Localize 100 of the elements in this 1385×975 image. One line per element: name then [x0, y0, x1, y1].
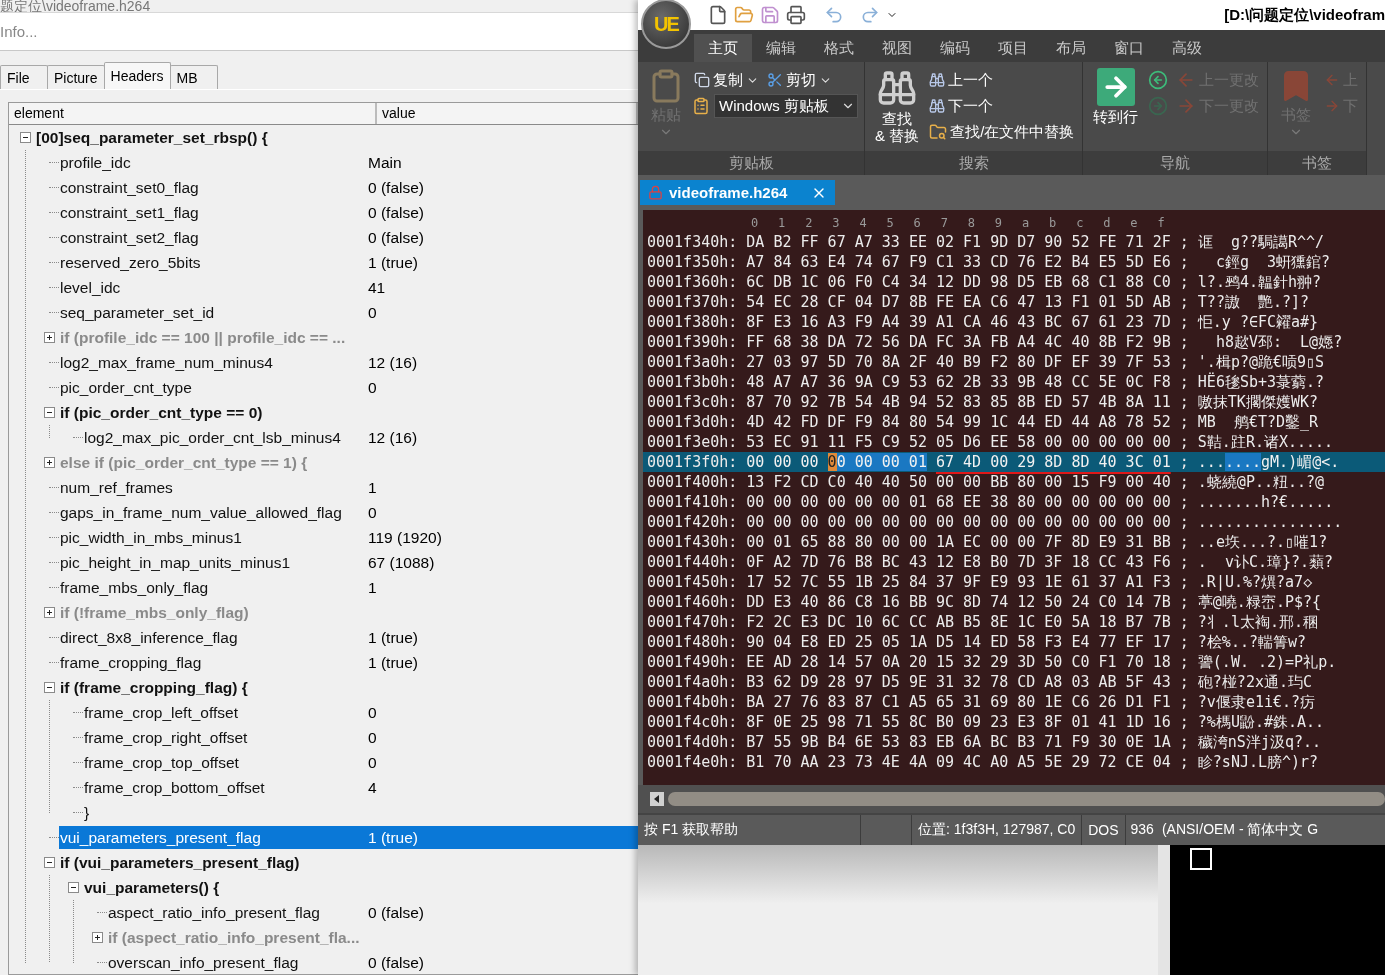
tree-row[interactable]: pic_height_in_map_units_minus1 67 (1088)	[59, 551, 638, 574]
column-index: a	[1021, 216, 1031, 230]
hex-bytes: 4D 42 FD DF F9 84 80 54 99 1C 44 ED 44 A8 78 52	[746, 413, 1171, 431]
ribbon-button[interactable]: 查找 & 替换	[873, 66, 922, 151]
tree-toggle[interactable]	[91, 932, 103, 943]
tree-row[interactable]: constraint_set0_flag 0 (false)	[59, 176, 638, 199]
tree-row[interactable]: num_ref_frames 1	[59, 476, 638, 499]
scroll-left-button[interactable]	[650, 792, 664, 806]
tree-row[interactable]: constraint_set2_flag 0 (false)	[59, 226, 638, 249]
tree-row[interactable]: level_idc 41	[59, 276, 638, 299]
ascii-text: gM.)嵋@<.	[1261, 452, 1340, 472]
tree-toggle[interactable]	[43, 332, 55, 343]
separator: ;	[1179, 593, 1189, 611]
ribbon-tab[interactable]: 视图	[868, 34, 926, 62]
ribbon-button[interactable]: 下一个	[927, 96, 996, 116]
element-name: if (!frame_mbs_only_flag)	[59, 603, 250, 622]
ribbon-button[interactable]: 复制	[692, 70, 761, 90]
ribbon-button[interactable]: 上一个	[927, 70, 996, 90]
ascii-text: l?.鹀4.韞針h翀?	[1197, 272, 1322, 292]
tree-row[interactable]: frame_crop_bottom_offset 4	[83, 776, 638, 799]
ribbon-tab[interactable]: 高级	[1158, 34, 1216, 62]
ascii-text: 葶@嘵.粶崈.P$?{	[1197, 592, 1322, 612]
tree-toggle[interactable]	[43, 857, 55, 868]
tree-row[interactable]: reserved_zero_5bits 1 (true)	[59, 251, 638, 274]
hex-bytes: BA 27 76 83 87 C1 A5 65 31 69 80 1E C6 26 D1 F1	[746, 693, 1171, 711]
column-header[interactable]: element	[9, 103, 377, 124]
tree-row[interactable]: overscan_info_present_flag 0 (false)	[107, 951, 638, 974]
tree-row[interactable]: frame_mbs_only_flag 1	[59, 576, 638, 599]
ascii-text: ..e垁...?.▯嗺1?	[1197, 532, 1328, 552]
element-value: 0 (false)	[368, 903, 424, 922]
ribbon-tab[interactable]: 窗口	[1100, 34, 1158, 62]
tree-row[interactable]: direct_8x8_inference_flag 1 (true)	[59, 626, 638, 649]
tree-toggle[interactable]	[43, 407, 55, 418]
element-name: else if (pic_order_cnt_type == 1) {	[59, 453, 309, 472]
ascii-text: 謽(.W. .2)=P礼p.	[1197, 652, 1337, 672]
tree-row[interactable]: log2_max_pic_order_cnt_lsb_minus4 12 (16)	[83, 426, 638, 449]
element-name: constraint_set2_flag	[59, 228, 200, 247]
tree-row[interactable]: }	[83, 801, 638, 824]
tab[interactable]: Headers	[103, 62, 171, 89]
hex-bytes: B1 70 AA 23 73 4E 4A 09 4C A0 A5 5E 29 72 CE 04	[746, 753, 1171, 771]
tree-row[interactable]: profile_idc Main	[59, 151, 638, 174]
tree-row[interactable]: aspect_ratio_info_present_flag 0 (false)	[107, 901, 638, 924]
tree-toggle[interactable]	[43, 607, 55, 618]
separator: ;	[1179, 633, 1189, 651]
scrollbar-thumb[interactable]	[668, 792, 1385, 806]
square-outline	[1190, 848, 1212, 870]
tab[interactable]: MB	[169, 65, 218, 89]
ribbon-tab[interactable]: 布局	[1042, 34, 1100, 62]
ribbon-button[interactable]: 转到行	[1091, 66, 1141, 151]
ribbon-tab[interactable]: 主页	[694, 34, 752, 62]
tab[interactable]: File	[0, 65, 48, 89]
folder-search-icon	[929, 123, 948, 141]
tree-toggle[interactable]	[19, 132, 31, 143]
tree-toggle[interactable]	[43, 682, 55, 693]
ribbon-button[interactable]: 剪切	[765, 70, 834, 90]
tree-toggle[interactable]	[67, 882, 79, 893]
element-name: constraint_set0_flag	[59, 178, 200, 197]
tree-row[interactable]: vui_parameters() {	[83, 876, 638, 899]
tree-row[interactable]: constraint_set1_flag 0 (false)	[59, 201, 638, 224]
ribbon-tab[interactable]: 格式	[810, 34, 868, 62]
clipboard-dropdown[interactable]: Windows 剪贴板	[714, 94, 859, 118]
tree-row[interactable]: frame_crop_left_offset 0	[83, 701, 638, 724]
tree-toggle[interactable]	[43, 457, 55, 468]
tree-row[interactable]: frame_crop_right_offset 0	[83, 726, 638, 749]
offset: 0001f400h:	[647, 473, 738, 491]
tree-row[interactable]: log2_max_frame_num_minus4 12 (16)	[59, 351, 638, 374]
tree-row[interactable]: [00]seq_parameter_set_rbsp() {	[35, 126, 638, 149]
column-header[interactable]: value	[377, 103, 638, 124]
element-name: level_idc	[59, 278, 122, 297]
element-value: 4	[368, 778, 377, 797]
app-logo[interactable]: UE	[641, 0, 691, 49]
ribbon-tab[interactable]: 编辑	[752, 34, 810, 62]
tree-row[interactable]: if (vui_parameters_present_flag)	[59, 851, 638, 874]
tree-row[interactable]: gaps_in_frame_num_value_allowed_flag 0	[59, 501, 638, 524]
tree-row[interactable]: pic_width_in_mbs_minus1 119 (1920)	[59, 526, 638, 549]
ribbon-tab[interactable]: 编码	[926, 34, 984, 62]
tree-row[interactable]: if (frame_cropping_flag) {	[59, 676, 638, 699]
offset: 0001f370h:	[647, 293, 738, 311]
tree-row[interactable]: if (pic_order_cnt_type == 0)	[59, 401, 638, 424]
element-value: 1 (true)	[368, 828, 418, 847]
tree-row[interactable]: pic_order_cnt_type 0	[59, 376, 638, 399]
tree-row[interactable]: seq_parameter_set_id 0	[59, 301, 638, 324]
status-codepage: 936	[1130, 821, 1154, 839]
document-tab[interactable]: videoframe.h264	[640, 180, 836, 205]
ribbon-tab[interactable]: 项目	[984, 34, 1042, 62]
separator: ;	[1179, 353, 1189, 371]
offset: 0001f3b0h:	[647, 373, 738, 391]
ribbon-button[interactable]: 查找/在文件中替换	[927, 122, 1077, 142]
hex-bytes: 8F E3 16 A3 F9 A4 39 A1 CA 46 43 BC 67 61 23 7D	[746, 313, 1171, 331]
element-value: 0	[368, 503, 377, 522]
column-index: 9	[994, 216, 1004, 230]
tree-row[interactable]: frame_cropping_flag 1 (true)	[59, 651, 638, 674]
column-index: 2	[805, 216, 814, 230]
tree-row[interactable]: vui_parameters_present_flag 1 (true)	[59, 826, 638, 849]
clipboard-icon	[692, 97, 710, 115]
ascii-text: S鞊.跓R.诸X.....	[1197, 432, 1334, 452]
tree-row[interactable]: frame_crop_top_offset 0	[83, 751, 638, 774]
ascii-text: c鋞g 3蚈獯錧?	[1214, 252, 1331, 272]
hex-bytes: 00 01 65 88 80 00 00 1A EC 00 00 7F 8D E9 31 BB	[746, 533, 1171, 551]
element-value: 0 (false)	[368, 178, 424, 197]
